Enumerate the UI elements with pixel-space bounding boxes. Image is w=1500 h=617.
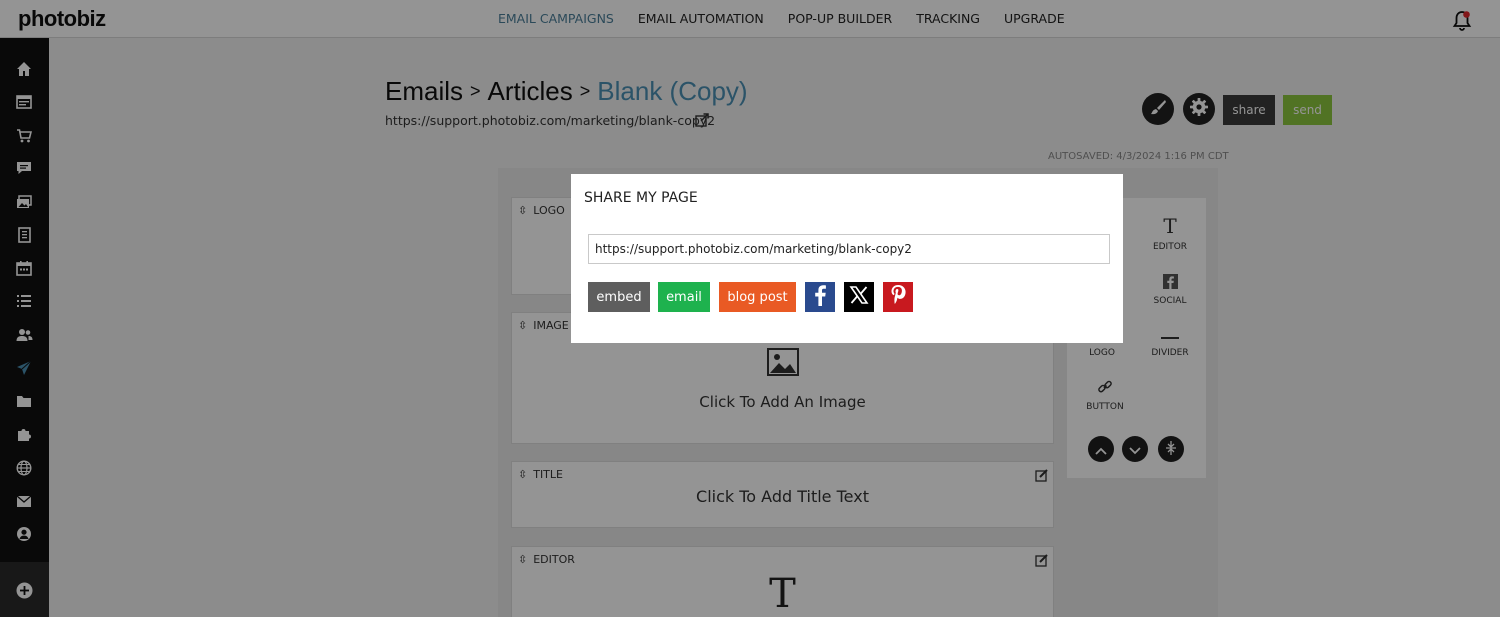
facebook-share-button[interactable] <box>805 282 835 312</box>
share-url-field[interactable] <box>588 234 1110 264</box>
x-logo-icon <box>849 285 869 309</box>
embed-button[interactable]: embed <box>588 282 650 312</box>
x-share-button[interactable] <box>844 282 874 312</box>
share-modal: SHARE MY PAGE embed email blog post <box>571 174 1123 343</box>
modal-title: SHARE MY PAGE <box>584 190 698 206</box>
facebook-icon <box>813 284 827 310</box>
email-button[interactable]: email <box>658 282 710 312</box>
blog-post-button[interactable]: blog post <box>719 282 796 312</box>
pinterest-share-button[interactable] <box>883 282 913 312</box>
pinterest-icon <box>890 284 906 310</box>
